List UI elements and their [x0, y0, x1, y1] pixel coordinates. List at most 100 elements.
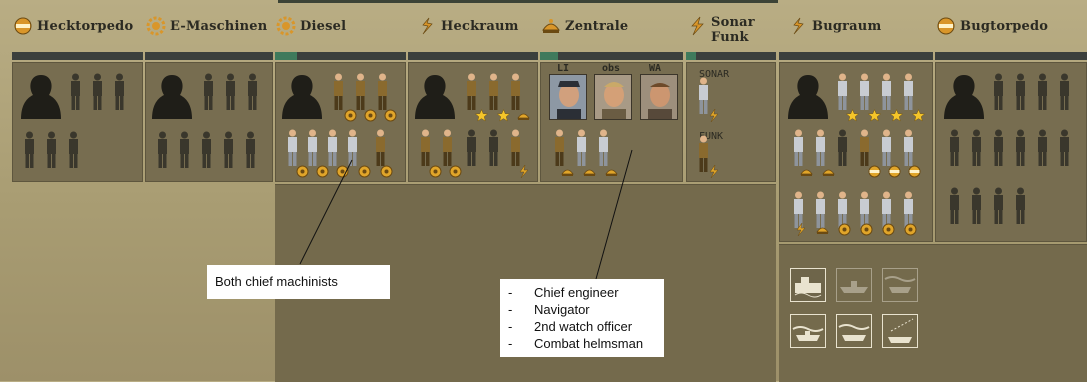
gear-icon: [145, 15, 167, 37]
crew-panel[interactable]: [145, 62, 273, 182]
torpedo-icon: [935, 15, 957, 37]
crew-member[interactable]: [575, 129, 588, 167]
crew-member[interactable]: [487, 73, 500, 111]
compartment-bar: [779, 52, 933, 60]
officer-label: LI: [557, 63, 570, 74]
crew-panel[interactable]: LI obs WA: [540, 62, 683, 182]
officer-portrait[interactable]: [640, 74, 678, 120]
torpedo-badge-icon: [868, 165, 881, 178]
gear-icon: [275, 15, 297, 37]
gear-badge-icon: [449, 165, 462, 178]
anchor-badge-icon: [822, 169, 835, 176]
helm-icon: [787, 15, 809, 37]
crew-panel[interactable]: SONAR FUNK: [686, 62, 776, 182]
officer-label: WA: [649, 63, 662, 74]
empty-crew-slot: [1016, 73, 1025, 110]
empty-officer-slot: [282, 75, 322, 119]
gear-badge-icon: [380, 165, 393, 178]
gear-badge-icon: [838, 223, 851, 236]
compartment-hecktorpedo[interactable]: Hecktorpedo: [12, 0, 143, 182]
crew-member[interactable]: [858, 73, 871, 111]
empty-crew-slot: [994, 73, 1003, 110]
compartment-bugraum[interactable]: Bugraum: [779, 0, 933, 245]
action-button-deep-dive[interactable]: [882, 314, 918, 348]
crew-member[interactable]: [858, 129, 871, 167]
gear-badge-icon: [860, 223, 873, 236]
crew-panel[interactable]: [275, 62, 406, 182]
star-icon: [890, 109, 903, 122]
crew-panel[interactable]: [12, 62, 143, 182]
action-button-silent-running[interactable]: [836, 314, 872, 348]
crew-member[interactable]: [836, 73, 849, 111]
crew-member[interactable]: [814, 129, 827, 167]
annotation-item: Chief engineer: [508, 284, 664, 301]
gear-badge-icon: [384, 109, 397, 122]
crew-panel[interactable]: [408, 62, 538, 182]
crew-member[interactable]: [306, 129, 319, 167]
torpedo-badge-icon: [888, 165, 901, 178]
compartment-bugtorpedo[interactable]: Bugtorpedo: [935, 0, 1087, 245]
empty-crew-slot: [224, 131, 233, 168]
empty-crew-slot: [69, 131, 78, 168]
crew-member[interactable]: [419, 129, 432, 167]
empty-crew-slot: [246, 131, 255, 168]
officer-portrait[interactable]: [594, 74, 632, 120]
action-button-periscope-depth[interactable]: [882, 268, 918, 302]
compartment-diesel[interactable]: Diesel: [275, 0, 406, 182]
helm-icon: [416, 15, 438, 37]
crew-member[interactable]: [880, 73, 893, 111]
anchor-badge-icon: [561, 169, 574, 176]
gear-badge-icon: [364, 109, 377, 122]
empty-crew-slot: [1016, 129, 1025, 166]
compartment-bar: [935, 52, 1087, 60]
compartment-bar: [12, 52, 143, 60]
crew-panel[interactable]: [935, 62, 1087, 242]
action-button-surface[interactable]: [836, 268, 872, 302]
crew-member[interactable]: [902, 129, 915, 167]
gear-badge-icon: [358, 165, 371, 178]
star-icon: [497, 109, 510, 122]
crew-member[interactable]: [286, 129, 299, 167]
lightning-badge-icon: [709, 109, 719, 122]
empty-crew-slot: [180, 131, 189, 168]
action-button-dive[interactable]: [790, 268, 826, 302]
lightning-icon: [686, 15, 708, 37]
crew-member[interactable]: [376, 73, 389, 111]
crew-panel[interactable]: [779, 62, 933, 242]
crew-member[interactable]: [346, 129, 359, 167]
officer-label: obs: [602, 63, 621, 74]
compartment-title: Heckraum: [416, 14, 519, 38]
crew-member[interactable]: [509, 73, 522, 111]
compartment-zentrale[interactable]: Zentrale LI obs WA: [540, 0, 683, 182]
empty-crew-slot: [950, 129, 959, 166]
compartment-title: E-Maschinen: [145, 14, 267, 38]
officer-portrait[interactable]: [549, 74, 587, 120]
compartment-title: Bugtorpedo: [935, 14, 1048, 38]
crew-member[interactable]: [792, 129, 805, 167]
crew-member[interactable]: [553, 129, 566, 167]
crew-member[interactable]: [354, 73, 367, 111]
anchor-badge-icon: [605, 169, 618, 176]
compartment-title: Diesel: [275, 14, 346, 38]
action-button-snorkel[interactable]: [790, 314, 826, 348]
crew-member[interactable]: [374, 129, 387, 167]
empty-crew-slot: [1060, 73, 1069, 110]
anchor-badge-icon: [800, 169, 813, 176]
anchor-icon: [540, 15, 562, 37]
compartment-bar: [540, 52, 683, 60]
empty-crew-slot: [202, 131, 211, 168]
crew-member[interactable]: [465, 73, 478, 111]
crew-member[interactable]: [880, 129, 893, 167]
crew-member[interactable]: [902, 73, 915, 111]
compartment-e-maschinen[interactable]: E-Maschinen: [145, 0, 273, 182]
empty-officer-slot: [152, 75, 192, 119]
compartment-title: Hecktorpedo: [12, 14, 133, 38]
lightning-badge-icon: [796, 223, 806, 236]
compartment-heckraum[interactable]: Heckraum: [408, 0, 538, 182]
crew-member[interactable]: [326, 129, 339, 167]
crew-member[interactable]: [441, 129, 454, 167]
crew-member[interactable]: [597, 129, 610, 167]
crew-member[interactable]: [332, 73, 345, 111]
crew-member[interactable]: [509, 129, 522, 167]
compartment-sonar-funk[interactable]: Sonar Funk SONAR FUNK: [686, 0, 776, 182]
